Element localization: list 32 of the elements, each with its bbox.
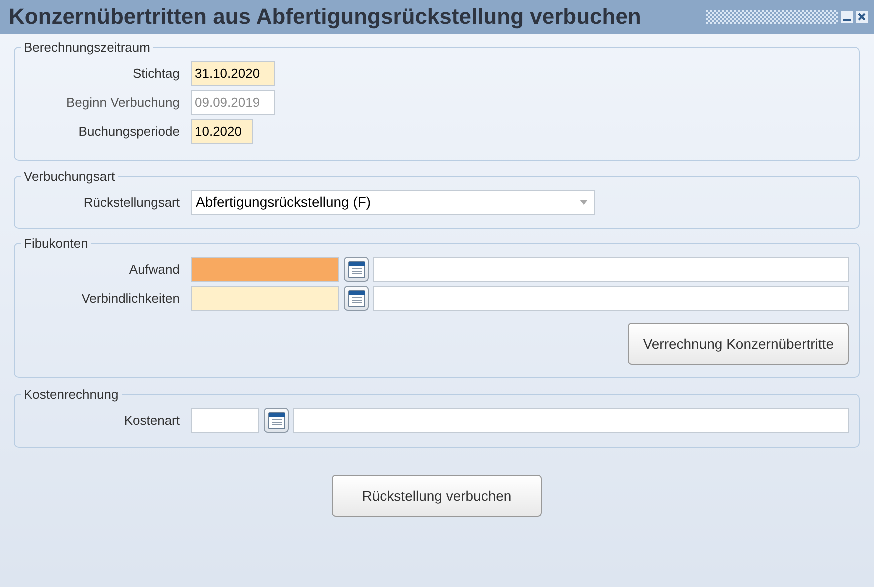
post-button[interactable]: Rückstellung verbuchen [332,475,542,517]
code-field[interactable] [191,257,339,282]
transfer-button[interactable]: Verrechnung Konzernübertritte [628,323,849,365]
list-icon [348,290,366,308]
date-field[interactable]: 31.10.2020 [191,61,275,86]
lookup-button[interactable] [344,257,369,282]
field-label: Buchungsperiode [78,124,180,139]
dropdown-field[interactable]: Abfertigungsrückstellung (F) [191,190,595,214]
description-field[interactable] [293,408,849,433]
list-icon [348,260,366,278]
minimize-icon[interactable] [841,11,853,23]
lookup-button[interactable] [344,286,369,311]
description-field[interactable] [373,257,849,282]
date-field[interactable]: 10.2020 [191,119,253,144]
section-legend: Kostenrechnung [21,387,122,402]
section-legend: Berechnungszeitraum [21,40,154,55]
field-label: Kostenart [123,413,180,428]
field-label: Rückstellungsart [82,194,180,210]
description-field[interactable] [373,286,849,311]
field-label: Beginn Verbuchung [66,95,180,110]
lookup-button[interactable] [264,408,289,433]
section-legend: Fibukonten [21,236,92,251]
field-label: Verbindlichkeiten [80,291,180,306]
list-icon [268,412,286,430]
section-legend: Verbuchungsart [21,169,118,184]
code-field[interactable] [191,286,339,311]
window-title: Konzernübertritten aus Abfertigungsrückstellung verbuchen [9,4,642,30]
field-label: Aufwand [128,262,180,277]
caret-icon [580,200,588,204]
code-field[interactable] [191,408,259,433]
close-icon[interactable] [856,11,868,23]
field-label: Stichtag [132,66,180,81]
